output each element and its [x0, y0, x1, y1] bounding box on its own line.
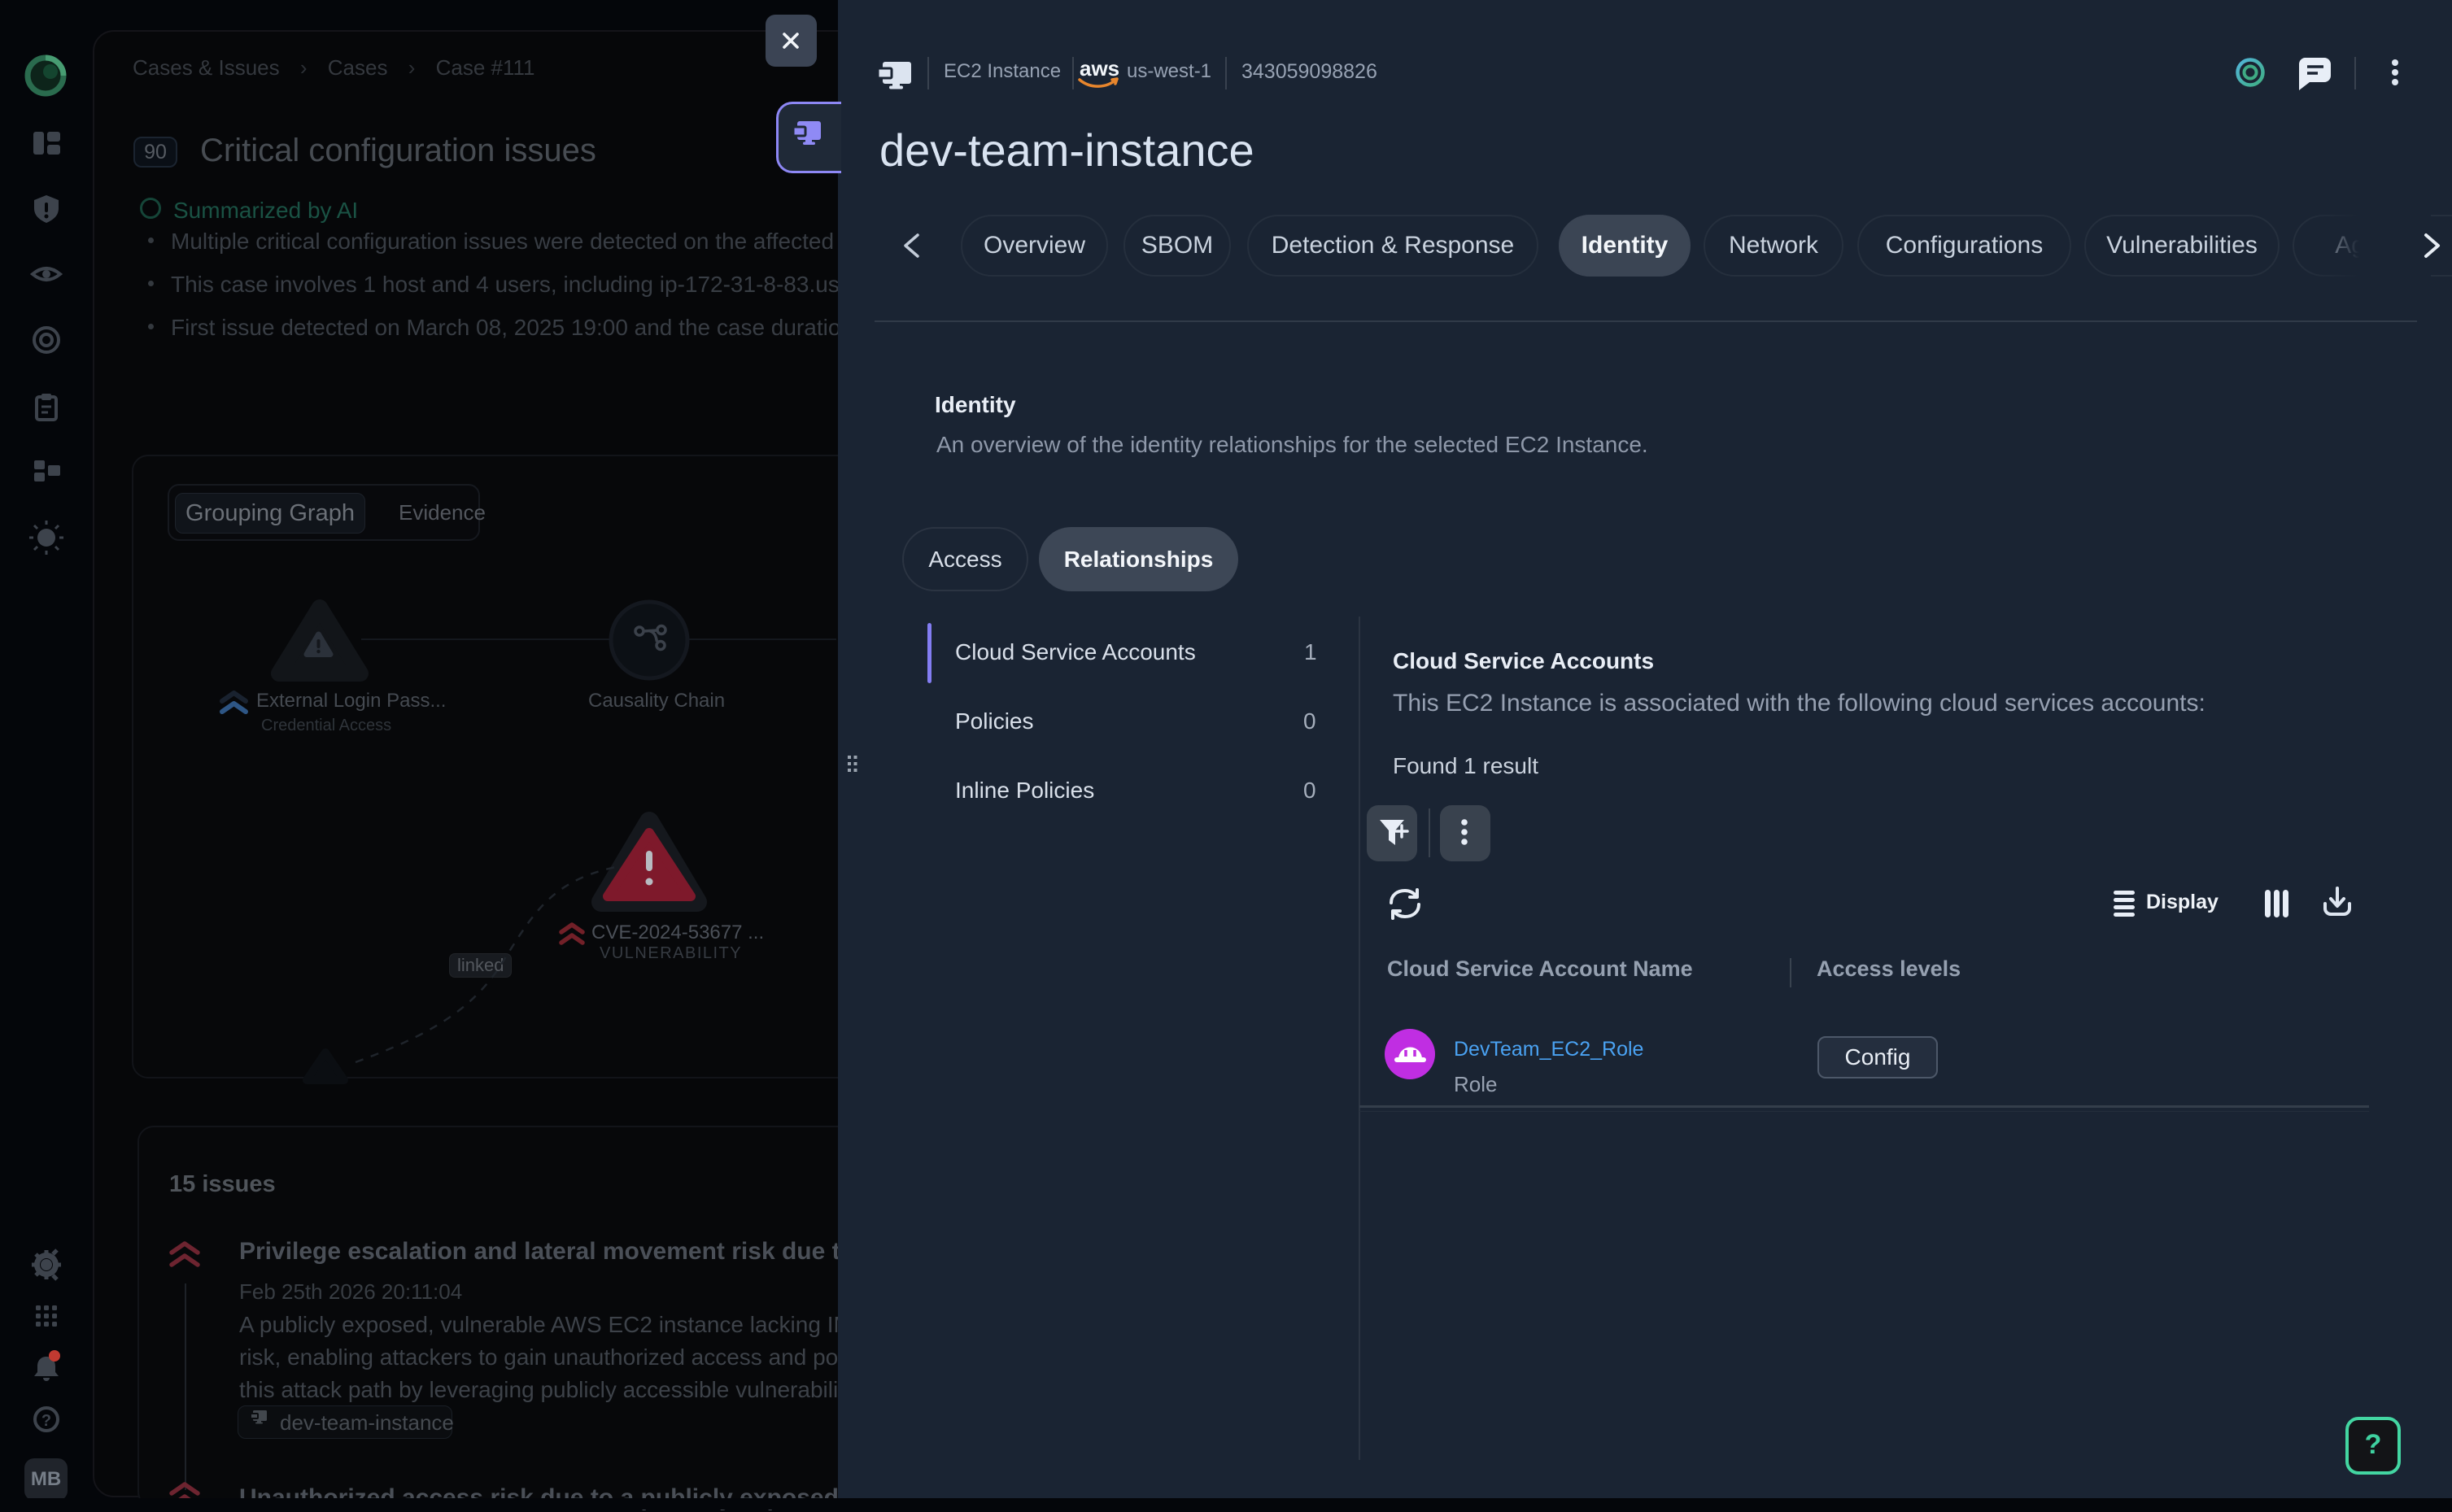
- svg-text:?: ?: [41, 1412, 51, 1430]
